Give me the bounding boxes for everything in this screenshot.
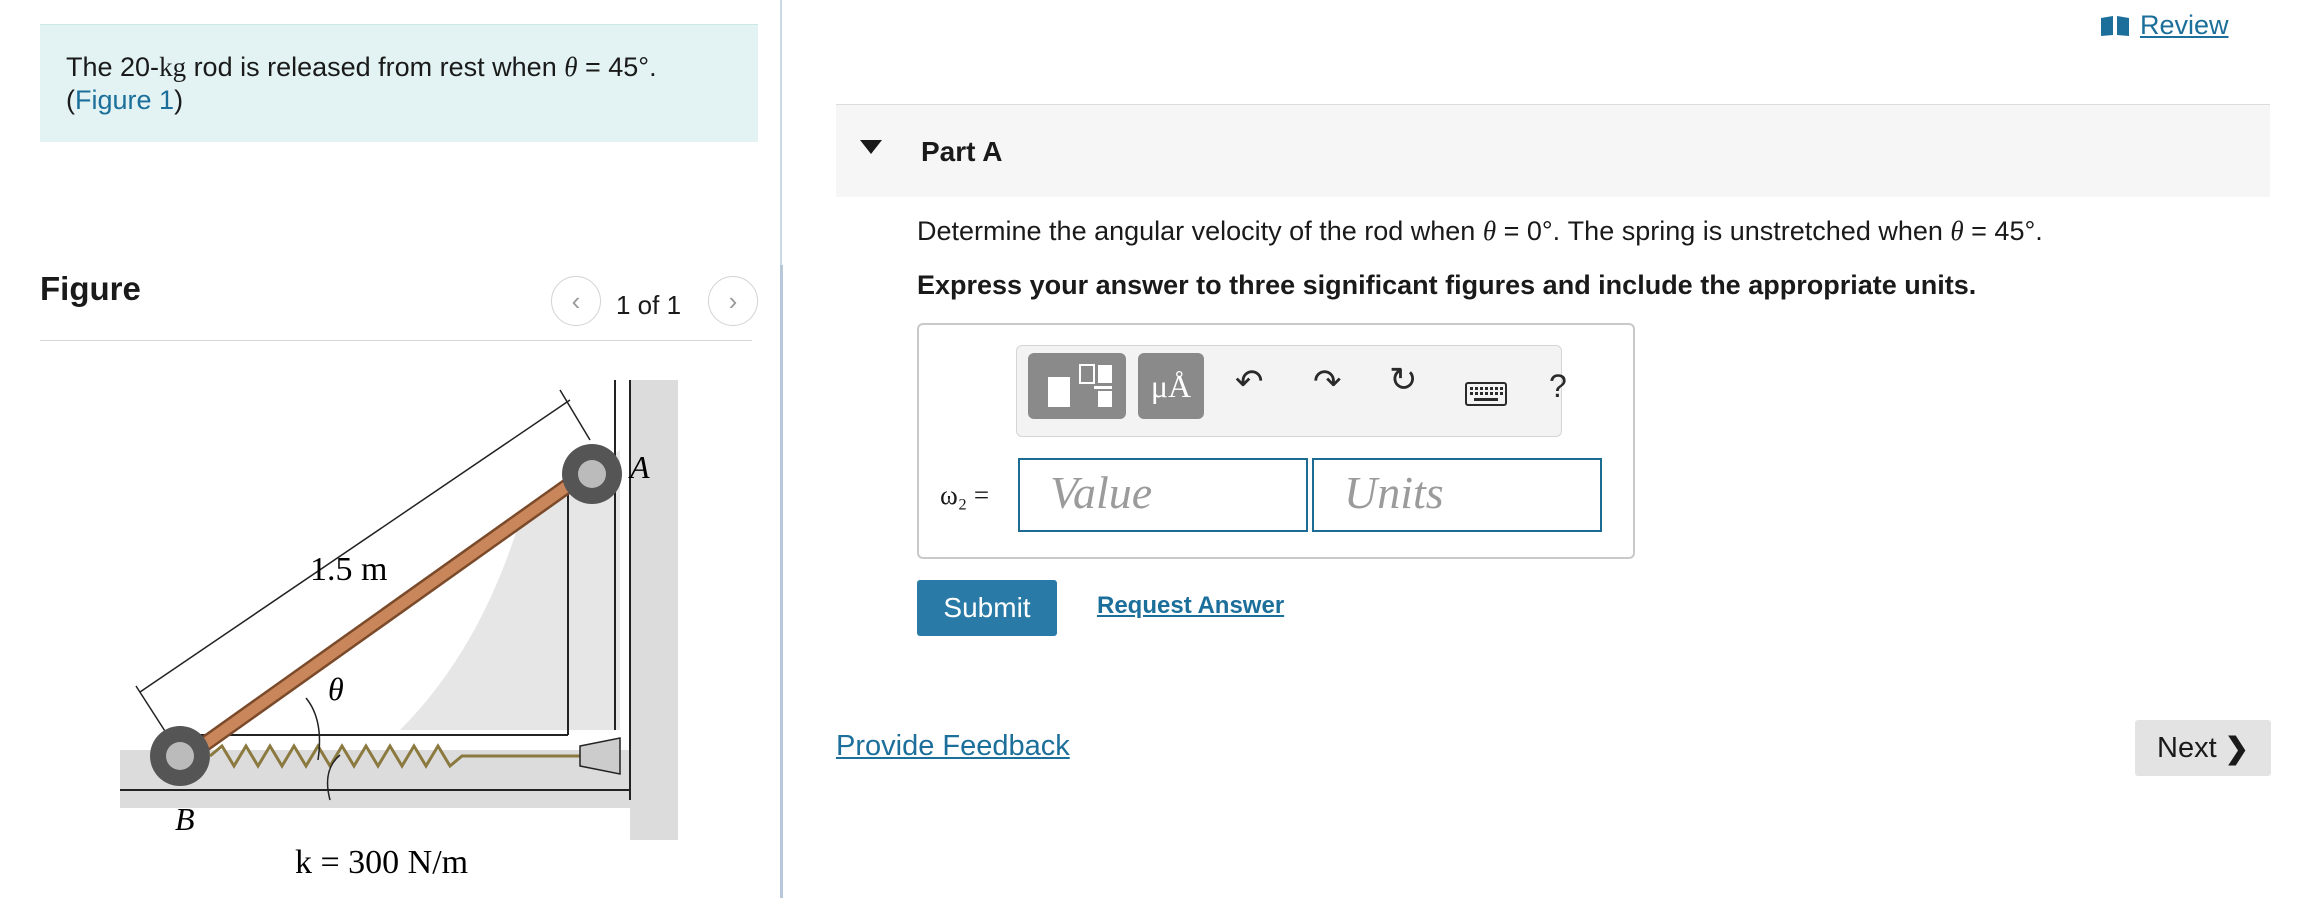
part-a-header[interactable]	[836, 105, 2270, 197]
units-input[interactable]: Units	[1312, 458, 1602, 532]
undo-icon[interactable]: ↶	[1235, 362, 1264, 402]
roller-a-hub	[578, 460, 606, 488]
figure-link[interactable]: Figure 1	[75, 85, 174, 115]
chevron-left-icon: ‹	[571, 285, 581, 316]
point-b-label: B	[175, 801, 195, 837]
review-label: Review	[2140, 10, 2229, 40]
previous-figure-button[interactable]: ‹	[551, 276, 601, 326]
problem-statement: The 20-kg rod is released from rest when…	[40, 24, 758, 142]
problem-text-prefix: The 20-	[66, 52, 160, 82]
variable-label: ω₂ =	[940, 480, 990, 510]
book-icon	[2101, 15, 2129, 36]
question-text: Determine the angular velocity of the ro…	[917, 216, 2043, 247]
spring-constant-label: k = 300 N/m	[295, 844, 468, 881]
question-theta: θ	[1482, 216, 1497, 246]
fraction-template-icon	[1048, 364, 1112, 407]
caret-down-icon[interactable]	[860, 140, 882, 154]
problem-text-mid: rod is released from rest when	[186, 52, 565, 82]
redo-icon[interactable]: ↷	[1313, 362, 1342, 402]
point-a-label: A	[628, 449, 650, 485]
question-theta-2: θ	[1950, 216, 1964, 246]
units-button[interactable]: μÅ	[1138, 353, 1204, 419]
left-pane: The 20-kg rod is released from rest when…	[0, 0, 780, 898]
figure-pager-text: 1 of 1	[616, 290, 682, 320]
mass-unit: kg	[159, 52, 187, 82]
dimension-tick-a	[559, 389, 591, 441]
question-part-a: Determine the angular velocity of the ro…	[917, 216, 1483, 246]
length-label: 1.5 m	[310, 551, 387, 588]
chevron-right-icon: ❯	[2224, 732, 2249, 765]
math-toolbar: μÅ ↶ ↷ ↻ ?	[1016, 345, 1567, 437]
part-title: Part A	[921, 136, 1003, 167]
next-button[interactable]: Next ❯	[2135, 720, 2271, 776]
review-link[interactable]: Review	[2100, 10, 2229, 41]
help-button[interactable]: ?	[1549, 368, 1567, 405]
theta-symbol: θ	[564, 52, 578, 82]
problem-text-eq: = 45°.	[577, 52, 657, 82]
reset-icon[interactable]: ↻	[1389, 360, 1418, 400]
next-label: Next	[2157, 731, 2217, 764]
figure-title: Figure	[40, 270, 141, 307]
templates-button[interactable]	[1028, 353, 1126, 419]
pane-divider-handle[interactable]	[780, 265, 783, 898]
roller-b-hub	[166, 742, 194, 770]
rod-spring-figure: 1.5 m θ A B k = 300 N/m	[120, 380, 678, 881]
question-part-c: = 45°.	[1963, 216, 2043, 246]
keyboard-icon[interactable]	[1465, 382, 1507, 406]
theta-label: θ	[328, 671, 344, 707]
figure-link-close: )	[174, 85, 184, 115]
chevron-right-icon: ›	[728, 285, 738, 316]
figure-divider	[40, 340, 752, 341]
next-figure-button[interactable]: ›	[708, 276, 758, 326]
submit-button[interactable]: Submit	[917, 580, 1057, 636]
instruction-text: Express your answer to three significant…	[917, 270, 1977, 300]
provide-feedback-link[interactable]: Provide Feedback	[836, 730, 1070, 763]
question-part-b: = 0°. The spring is unstretched when	[1496, 216, 1951, 246]
value-input[interactable]: Value	[1018, 458, 1308, 532]
request-answer-link[interactable]: Request Answer	[1097, 592, 1284, 620]
figure-link-open: (	[66, 85, 75, 115]
